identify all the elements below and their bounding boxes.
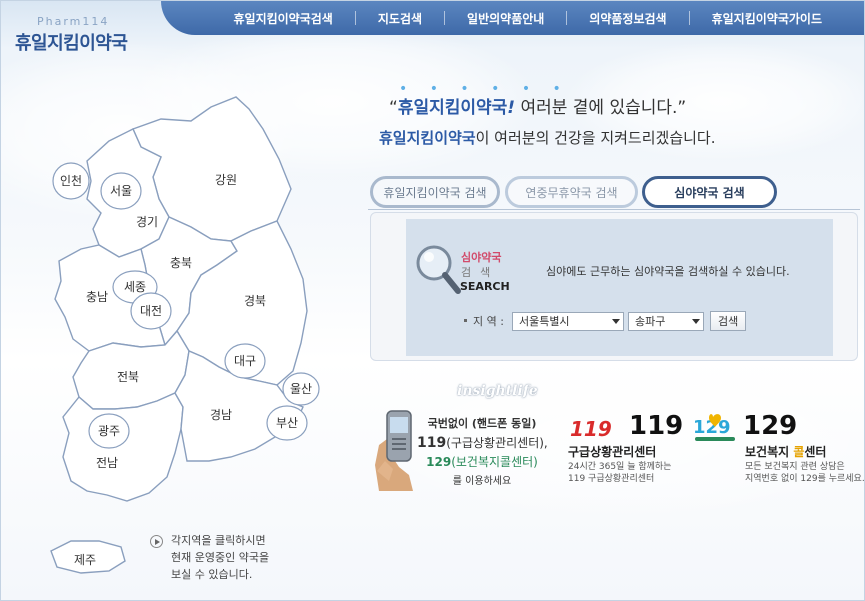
welfare-129-subtitle: 모든 보건복지 관련 상담은 지역번호 없이 129를 누르세요. xyxy=(745,462,865,484)
welfare-129-number: 129 xyxy=(743,411,798,441)
label-daejeon: 대전 xyxy=(140,304,162,318)
region-jeonnam[interactable] xyxy=(62,392,184,502)
slogan-line-1: “휴일지킴이약국! 여러분 곁에 있습니다.” xyxy=(389,93,686,118)
slogan-text: 여러분 곁에 있습니다.” xyxy=(515,98,687,118)
slogan-line-2: 휴일지킴이약국이 여러분의 건강을 지켜드리겠습니다. xyxy=(379,127,715,148)
nav-map-search[interactable]: 지도검색 xyxy=(356,10,444,27)
label-chungbuk: 충북 xyxy=(170,256,192,270)
emergency-119-subtitle: 24시간 365일 늘 함께하는 119 구급상황관리센터 xyxy=(568,462,672,484)
label-gyeongbuk: 경북 xyxy=(244,294,266,308)
top-navigation: 휴일지킴이약국검색 지도검색 일반의약품안내 의약품정보검색 휴일지킴이약국가이… xyxy=(161,1,864,35)
region-select-row: 지 역 : 서울특별시 송파구 검색 xyxy=(464,311,747,331)
district-select-value: 송파구 xyxy=(634,315,666,328)
district-select[interactable]: 송파구 xyxy=(627,311,704,331)
chevron-down-icon xyxy=(691,318,700,324)
site-logo[interactable]: Pharm114 휴일지킴이약국 xyxy=(15,15,128,55)
emergency-119-number: 119 xyxy=(629,411,684,441)
nav-holiday-pharmacy-search[interactable]: 휴일지킴이약국검색 xyxy=(211,10,354,27)
label-sejong: 세종 xyxy=(124,280,146,294)
graphic-title-search: 검색 xyxy=(461,266,500,279)
hotline-line-1: 국번없이 (핸드폰 동일) xyxy=(427,417,537,430)
graphic-title-late-night: 심야약국 xyxy=(461,251,502,264)
label-daegu: 대구 xyxy=(234,354,256,368)
magnifier-icon xyxy=(416,245,461,294)
slogan2-brand: 휴일지킴이약국 xyxy=(379,129,476,147)
search-description: 심야에도 근무하는 심야약국을 검색하실 수 있습니다. xyxy=(546,265,790,278)
logo-subtitle: Pharm114 xyxy=(37,15,110,28)
graphic-title-english: SEARCH xyxy=(460,280,510,293)
label-jeonbuk: 전북 xyxy=(117,370,139,384)
search-tabs: 휴일지킴이약국 검색 연중무휴약국 검색 심야약국 검색 xyxy=(368,176,860,210)
logo-title: 휴일지킴이약국 xyxy=(15,33,128,54)
nav-otc-guide[interactable]: 일반의약품안내 xyxy=(445,10,566,27)
hotline-119-desc: (구급상황관리센터), xyxy=(446,436,548,450)
label-incheon: 인천 xyxy=(60,173,82,188)
hotline-line-4: 를 이용하세요 xyxy=(452,476,512,487)
welfare-title-highlight: 콜 xyxy=(793,445,805,459)
hotline-129-desc: (보건복지콜센터) xyxy=(451,455,538,469)
nav-pharmacy-guide[interactable]: 휴일지킴이약국가이드 xyxy=(690,10,844,27)
svg-text:119: 119 xyxy=(570,417,612,441)
tab-late-night-pharmacy[interactable]: 심야약국 검색 xyxy=(642,176,777,208)
bullet-icon xyxy=(464,318,467,322)
hotline-line-2: 119(구급상황관리센터), xyxy=(417,434,548,451)
map-instruction-text: 각지역을 클릭하시면 현재 운영중인 약국을 보실 수 있습니다. xyxy=(171,534,270,581)
search-graphic: 심야약국 검색 SEARCH xyxy=(414,243,514,303)
tab-year-round-pharmacy[interactable]: 연중무휴약국 검색 xyxy=(505,176,638,208)
quote-open: “ xyxy=(389,98,398,118)
welfare-title-post: 센터 xyxy=(804,445,827,459)
emergency-119-title: 구급상황관리센터 xyxy=(568,445,657,459)
hotline-129: 129 xyxy=(426,455,452,469)
label-gyeonggi: 경기 xyxy=(136,215,158,229)
late-night-search-panel: 심야약국 검색 SEARCH 심야에도 근무하는 심야약국을 검색하실 수 있습… xyxy=(406,219,833,356)
slogan2-text: 이 여러분의 건강을 지켜드리겠습니다. xyxy=(475,129,716,147)
chevron-down-icon xyxy=(611,318,620,324)
city-select-value: 서울특별시 xyxy=(518,315,570,328)
label-seoul: 서울 xyxy=(110,184,132,198)
tabs-baseline xyxy=(368,209,860,210)
nav-drug-info-search[interactable]: 의약품정보검색 xyxy=(567,10,688,27)
label-jeju: 제주 xyxy=(74,553,96,567)
slogan-exclamation: ! xyxy=(507,98,516,118)
hotline-info: 국번없이 (핸드폰 동일) 119(구급상황관리센터), 129(보건복지콜센터… xyxy=(417,415,548,487)
play-icon xyxy=(150,535,163,548)
insightlife-logo: insightlife xyxy=(457,383,538,399)
label-chungnam: 충남 xyxy=(86,290,108,304)
emergency-info-band: insightlife 국번없이 (핸드폰 동일) 119(구급상황관리센터),… xyxy=(361,381,865,501)
label-busan: 부산 xyxy=(276,416,298,430)
page: 휴일지킴이약국검색 지도검색 일반의약품안내 의약품정보검색 휴일지킴이약국가이… xyxy=(0,0,865,601)
slogan-brand: 휴일지킴이약국 xyxy=(397,98,508,118)
korea-region-map: 강원 경기 충북 충남 경북 전북 전남 경남 제주 인천 서울 세종 대전 대… xyxy=(50,96,320,574)
search-button[interactable]: 검색 xyxy=(709,311,747,331)
welfare-129-logo: 129 xyxy=(693,414,735,441)
region-label: 지 역 : xyxy=(473,315,504,328)
label-gwangju: 광주 xyxy=(98,424,120,438)
city-select[interactable]: 서울특별시 xyxy=(511,311,624,331)
welfare-129-title: 보건복지 콜센터 xyxy=(745,443,826,460)
welfare-title-pre: 보건복지 xyxy=(745,445,794,459)
tab-holiday-pharmacy[interactable]: 휴일지킴이약국 검색 xyxy=(370,176,500,208)
label-gyeongnam: 경남 xyxy=(210,408,232,422)
label-gangwon: 강원 xyxy=(215,173,237,187)
label-ulsan: 울산 xyxy=(290,382,312,396)
map-instruction: 각지역을 클릭하시면 현재 운영중인 약국을 보실 수 있습니다. xyxy=(150,532,269,583)
emergency-119-logo: 119 xyxy=(570,417,612,441)
hotline-119: 119 xyxy=(417,435,447,451)
label-jeonnam: 전남 xyxy=(96,456,118,470)
hotline-line-3: 129(보건복지콜센터) xyxy=(417,453,547,470)
